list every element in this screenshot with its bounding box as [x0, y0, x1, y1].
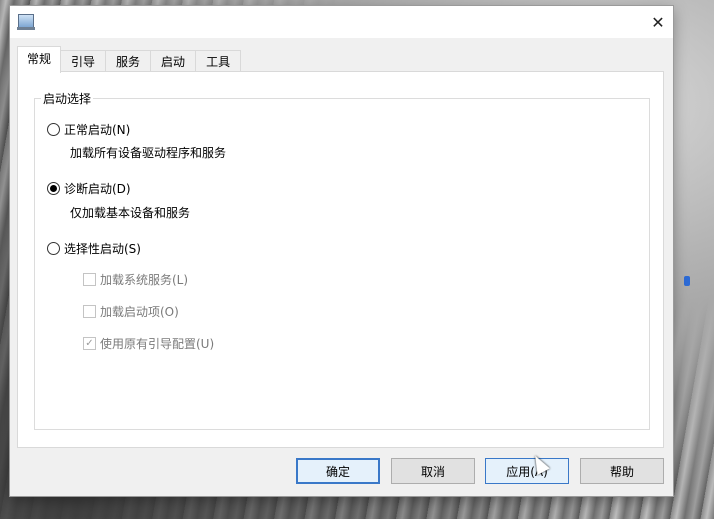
startup-selection-group: 启动选择 正常启动(N) 加载所有设备驱动程序和服务 诊断启动(D) 仅加载基本…: [34, 90, 650, 430]
selective-startup-label[interactable]: 选择性启动(S): [64, 240, 141, 257]
close-button[interactable]: ✕: [643, 6, 673, 38]
ok-button[interactable]: 确定: [296, 458, 380, 484]
close-icon: ✕: [651, 12, 665, 32]
selective-startup-radio[interactable]: [47, 242, 60, 255]
tab-strip: 常规 引导 服务 启动 工具: [17, 46, 242, 73]
use-original-boot-config-checkbox[interactable]: ✓: [83, 337, 96, 350]
tab-services[interactable]: 服务: [105, 50, 152, 73]
checkmark-icon: ✓: [85, 338, 94, 349]
load-startup-items-checkbox[interactable]: [83, 305, 96, 318]
use-original-boot-config-row[interactable]: ✓ 使用原有引导配置(U): [83, 335, 214, 352]
system-configuration-dialog: ✕ 常规 引导 服务 启动 工具 启动选择 正常启动(N) 加载所有设备驱动程序…: [10, 6, 673, 496]
normal-startup-desc: 加载所有设备驱动程序和服务: [70, 146, 227, 160]
selective-startup-radio-row[interactable]: 选择性启动(S): [47, 240, 141, 257]
title-bar: ✕: [10, 6, 673, 38]
group-title: 启动选择: [41, 90, 94, 107]
normal-startup-radio[interactable]: [47, 123, 60, 136]
apply-button[interactable]: 应用(A): [485, 458, 569, 484]
tab-startup[interactable]: 启动: [150, 50, 197, 73]
tab-tools[interactable]: 工具: [195, 50, 242, 73]
load-system-services-label[interactable]: 加载系统服务(L): [100, 271, 188, 288]
use-original-boot-config-label[interactable]: 使用原有引导配置(U): [100, 335, 214, 352]
msconfig-app-icon: [17, 14, 35, 30]
load-startup-items-row[interactable]: 加载启动项(O): [83, 303, 179, 320]
cancel-button[interactable]: 取消: [391, 458, 475, 484]
diagnostic-startup-label[interactable]: 诊断启动(D): [64, 180, 131, 197]
general-tab-panel: 启动选择 正常启动(N) 加载所有设备驱动程序和服务 诊断启动(D) 仅加载基本…: [17, 71, 664, 448]
normal-startup-radio-row[interactable]: 正常启动(N): [47, 121, 130, 138]
tab-boot[interactable]: 引导: [60, 50, 107, 73]
diagnostic-startup-radio-row[interactable]: 诊断启动(D): [47, 180, 131, 197]
tab-general[interactable]: 常规: [17, 46, 62, 73]
load-system-services-row[interactable]: 加载系统服务(L): [83, 271, 188, 288]
desktop-climber-figure: [684, 276, 690, 286]
diagnostic-startup-desc: 仅加载基本设备和服务: [70, 206, 191, 220]
load-startup-items-label[interactable]: 加载启动项(O): [100, 303, 179, 320]
help-button[interactable]: 帮助: [580, 458, 664, 484]
load-system-services-checkbox[interactable]: [83, 273, 96, 286]
normal-startup-label[interactable]: 正常启动(N): [64, 121, 130, 138]
diagnostic-startup-radio[interactable]: [47, 182, 60, 195]
